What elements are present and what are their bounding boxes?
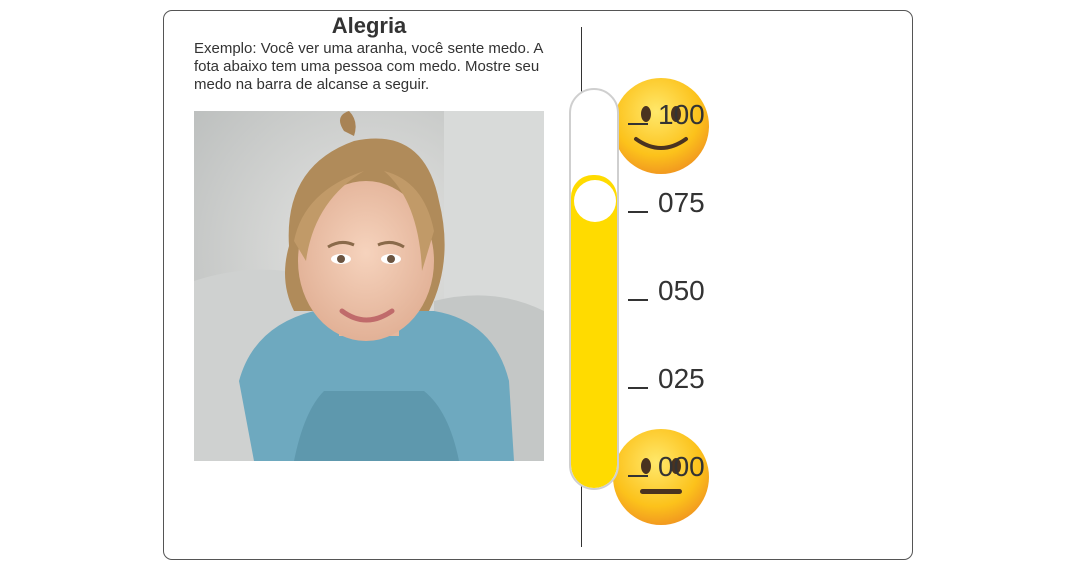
emotion-title: Alegria <box>331 13 407 38</box>
example-description: Exemplo: Você ver uma aranha, você sente… <box>194 40 543 93</box>
scale-label: 075 <box>658 187 705 218</box>
scale-tick <box>628 211 648 213</box>
emotion-level-slider[interactable] <box>569 88 619 490</box>
example-photo <box>194 111 544 461</box>
emotion-card: Alegria Exemplo: Você ver uma aranha, vo… <box>163 10 913 560</box>
scale-label: 050 <box>658 275 705 306</box>
example-column: Alegria Exemplo: Você ver uma aranha, vo… <box>194 11 544 461</box>
scale-tick <box>628 123 648 125</box>
slider-thumb[interactable] <box>574 180 616 222</box>
scale-label: 100 <box>658 99 705 130</box>
photo-smiling-girl-icon <box>194 111 544 461</box>
scale-tick <box>628 475 648 477</box>
scale-tick <box>628 387 648 389</box>
scale-tick <box>628 299 648 301</box>
scale-label: 025 <box>658 363 705 394</box>
scale-label: 000 <box>658 451 705 482</box>
